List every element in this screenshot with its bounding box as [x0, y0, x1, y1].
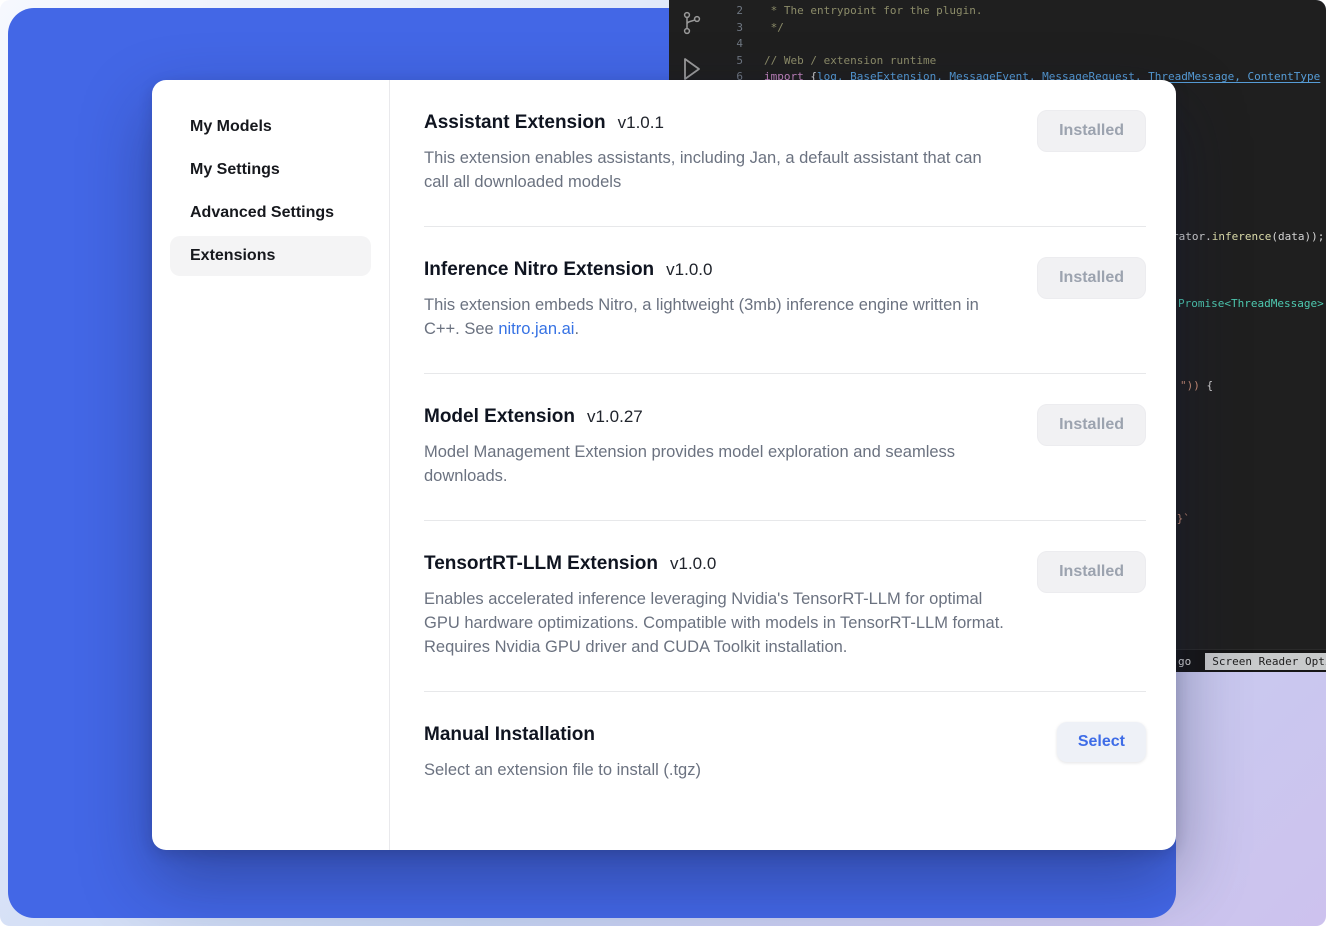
code-token: inference — [1212, 230, 1272, 243]
extension-description: Enables accelerated inference leveraging… — [424, 587, 1004, 659]
select-file-button[interactable]: Select — [1057, 722, 1146, 762]
line-number: 4 — [715, 36, 743, 53]
extension-name: Assistant Extension — [424, 110, 606, 136]
code-fragment: Promise<ThreadMessage> — [1178, 296, 1324, 313]
manual-installation-title: Manual Installation — [424, 722, 595, 748]
code-text: */ — [764, 20, 784, 37]
extension-version: v1.0.27 — [587, 407, 643, 427]
extension-version: v1.0.0 — [670, 554, 716, 574]
sidebar-item-advanced-settings[interactable]: Advanced Settings — [170, 193, 371, 233]
settings-modal: My Models My Settings Advanced Settings … — [152, 80, 1176, 850]
code-line: 2 * The entrypoint for the plugin. — [715, 3, 1326, 20]
screen-reader-optimized-chip[interactable]: Screen Reader Optimized — [1205, 653, 1326, 670]
code-token: (data)); — [1271, 230, 1324, 243]
line-number: 2 — [715, 3, 743, 20]
extension-row-tensorrt: TensortRT-LLM Extension v1.0.0 Enables a… — [424, 521, 1146, 691]
code-fragment: rator.inference(data)); — [1172, 229, 1324, 246]
installed-button[interactable]: Installed — [1037, 551, 1146, 593]
sidebar-item-my-settings[interactable]: My Settings — [170, 150, 371, 190]
code-token: { — [1200, 379, 1213, 392]
code-token: rator. — [1172, 230, 1212, 243]
installed-button[interactable]: Installed — [1037, 110, 1146, 152]
nitro-jan-ai-link[interactable]: nitro.jan.ai — [498, 320, 574, 338]
extension-description: Model Management Extension provides mode… — [424, 440, 1004, 488]
extension-description: This extension enables assistants, inclu… — [424, 146, 1004, 194]
desktop-background: 2 * The entrypoint for the plugin. 3 */ … — [0, 0, 1326, 926]
line-number: 3 — [715, 20, 743, 37]
sidebar-item-extensions[interactable]: Extensions — [170, 236, 371, 276]
editor-code-area: 2 * The entrypoint for the plugin. 3 */ … — [715, 3, 1326, 86]
extension-row-model: Model Extension v1.0.27 Model Management… — [424, 374, 1146, 520]
manual-installation-row: Manual Installation Select an extension … — [424, 692, 1146, 814]
sidebar-item-my-models[interactable]: My Models — [170, 107, 371, 147]
code-fragment: ")) { — [1180, 378, 1213, 395]
git-branch-icon[interactable] — [679, 8, 705, 38]
status-bar-text: go — [1178, 655, 1191, 668]
code-text: // Web / extension runtime — [764, 53, 936, 70]
code-text: * The entrypoint for the plugin. — [764, 3, 983, 20]
manual-installation-description: Select an extension file to install (.tg… — [424, 758, 701, 782]
description-text: . — [574, 320, 579, 338]
extension-description: This extension embeds Nitro, a lightweig… — [424, 293, 1004, 341]
extension-name: Model Extension — [424, 404, 575, 430]
extension-version: v1.0.1 — [618, 113, 664, 133]
extension-row-assistant: Assistant Extension v1.0.1 This extensio… — [424, 80, 1146, 226]
extensions-panel: Assistant Extension v1.0.1 This extensio… — [390, 80, 1176, 850]
installed-button[interactable]: Installed — [1037, 404, 1146, 446]
code-token: ")) — [1180, 379, 1200, 392]
extension-name: TensortRT-LLM Extension — [424, 551, 658, 577]
code-line: 5 // Web / extension runtime — [715, 53, 1326, 70]
settings-sidebar: My Models My Settings Advanced Settings … — [152, 80, 390, 850]
extension-version: v1.0.0 — [666, 260, 712, 280]
installed-button[interactable]: Installed — [1037, 257, 1146, 299]
extension-row-nitro: Inference Nitro Extension v1.0.0 This ex… — [424, 227, 1146, 373]
code-line: 3 */ — [715, 20, 1326, 37]
code-line: 4 — [715, 36, 1326, 53]
extension-name: Inference Nitro Extension — [424, 257, 654, 283]
line-number: 5 — [715, 53, 743, 70]
